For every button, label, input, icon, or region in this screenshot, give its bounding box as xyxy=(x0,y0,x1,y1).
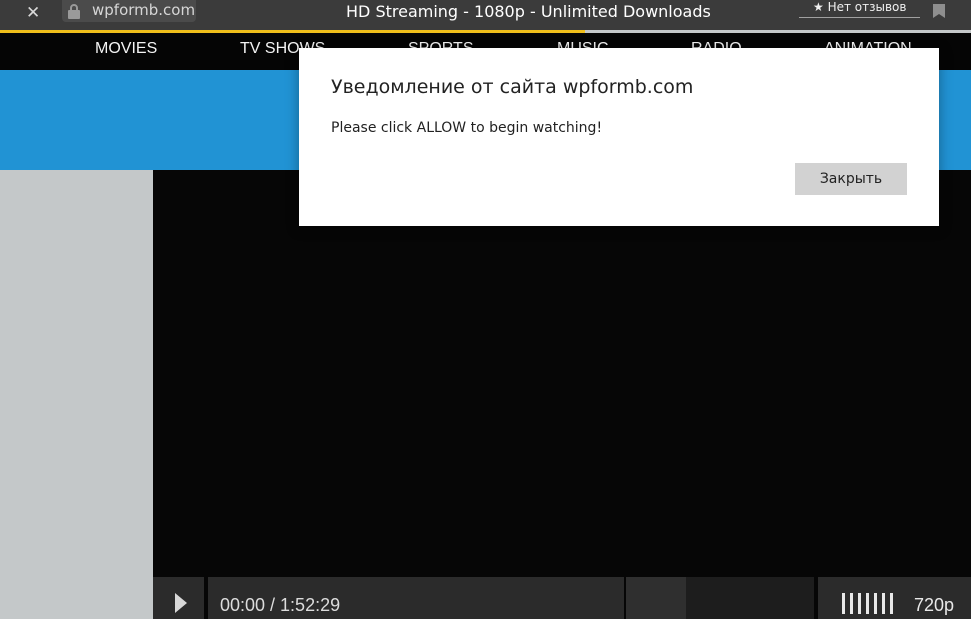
time-display: 00:00 / 1:52:29 xyxy=(208,577,624,619)
left-sidebar xyxy=(0,170,153,619)
play-button[interactable] xyxy=(153,577,204,619)
url-text: wpformb.com xyxy=(92,1,196,19)
address-bar[interactable]: wpformb.com xyxy=(62,0,196,22)
reviews-button[interactable]: ★ Нет отзывов xyxy=(799,0,921,18)
bookmark-icon[interactable] xyxy=(933,4,945,18)
close-icon[interactable]: ✕ xyxy=(26,3,40,23)
progress-buffer xyxy=(626,577,686,619)
dialog-close-button[interactable]: Закрыть xyxy=(795,163,907,195)
volume-bars-icon[interactable] xyxy=(842,593,894,614)
notification-dialog: Уведомление от сайта wpformb.com Please … xyxy=(299,48,939,226)
time-text: 00:00 / 1:52:29 xyxy=(220,595,341,615)
progress-bar[interactable] xyxy=(626,577,814,619)
nav-item-movies[interactable]: MOVIES xyxy=(95,40,157,58)
video-area[interactable] xyxy=(153,170,971,619)
browser-top-bar: ✕ wpformb.com HD Streaming - 1080p - Unl… xyxy=(0,0,971,30)
lock-icon xyxy=(68,4,80,19)
quality-panel: 720p xyxy=(818,577,971,619)
dialog-message: Please click ALLOW to begin watching! xyxy=(331,120,603,136)
quality-button[interactable]: 720p xyxy=(914,595,954,616)
page-title: HD Streaming - 1080p - Unlimited Downloa… xyxy=(346,2,711,21)
dialog-title: Уведомление от сайта wpformb.com xyxy=(331,76,694,98)
play-icon xyxy=(175,593,187,613)
